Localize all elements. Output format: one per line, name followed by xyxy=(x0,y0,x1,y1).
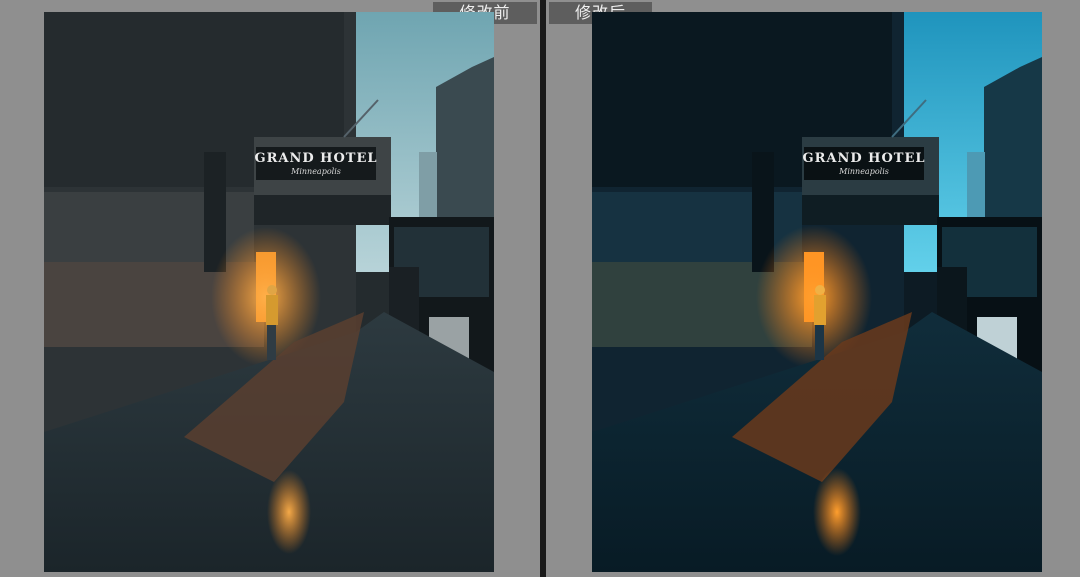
after-panel: 修改后 xyxy=(546,0,1080,577)
before-sign-name: GRAND HOTEL xyxy=(254,151,377,166)
before-sign-city: Minneapolis xyxy=(290,167,341,176)
after-street-scene: GRAND HOTEL Minneapolis xyxy=(592,12,1042,572)
before-panel: 修改前 xyxy=(0,0,540,577)
before-photo: GRAND HOTEL Minneapolis xyxy=(44,12,494,572)
after-sign-city: Minneapolis xyxy=(838,167,889,176)
after-photo: GRAND HOTEL Minneapolis xyxy=(592,12,1042,572)
after-sign-name: GRAND HOTEL xyxy=(802,151,925,166)
before-street-scene: GRAND HOTEL Minneapolis xyxy=(44,12,494,572)
